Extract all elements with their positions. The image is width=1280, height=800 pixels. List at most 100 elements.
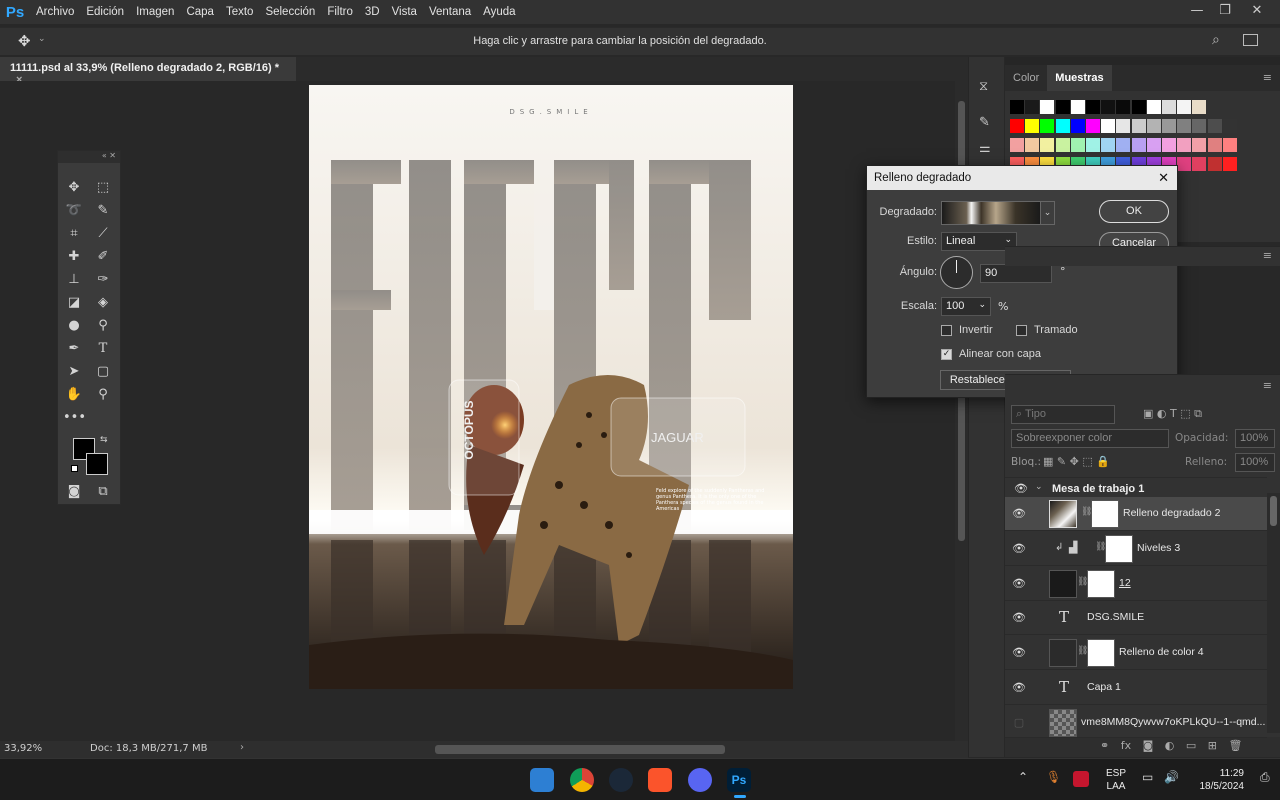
color-swatch[interactable] <box>1162 138 1176 152</box>
layer-row[interactable]: 👁 ↲ ▟ ⛓ Niveles 3 <box>1005 532 1267 566</box>
layer-row[interactable]: 👁 T DSG.SMILE <box>1005 601 1267 635</box>
color-swatch[interactable] <box>1146 138 1161 152</box>
dialog-close-icon[interactable]: ✕ <box>1158 170 1169 186</box>
layer-row[interactable]: 👁 T Capa 1 <box>1005 671 1267 705</box>
color-swatch[interactable] <box>1177 157 1192 171</box>
color-swatch[interactable] <box>1070 100 1085 114</box>
layer-row[interactable]: 👁 ⛓ Relleno de color 4 <box>1005 636 1267 670</box>
photoshop-taskbar-icon[interactable]: Ps <box>727 768 751 792</box>
ok-button[interactable]: OK <box>1099 200 1169 223</box>
stamp-tool-icon[interactable]: ⊥ <box>63 270 85 290</box>
eye-icon[interactable]: 👁 <box>1014 482 1028 495</box>
healing-brush-icon[interactable]: ✚ <box>63 247 85 267</box>
blur-tool-icon[interactable]: ● <box>63 316 85 336</box>
color-swatch[interactable] <box>1192 119 1207 133</box>
menu-filtro[interactable]: Filtro <box>321 6 359 18</box>
layer-row[interactable]: 👁 ⛓ 12 <box>1005 567 1267 601</box>
gradient-preview[interactable] <box>941 201 1041 225</box>
color-swatch[interactable] <box>1177 100 1192 114</box>
color-swatch[interactable] <box>1010 138 1024 152</box>
volume-icon[interactable]: 🔊 <box>1164 770 1179 784</box>
color-swatch[interactable] <box>1070 119 1085 133</box>
restore-icon[interactable]: ❐ <box>1210 0 1240 24</box>
color-swatch[interactable] <box>1192 100 1207 114</box>
eye-icon[interactable]: 👁 <box>1011 646 1027 659</box>
artboard-canvas[interactable]: DSG.SMILE OCTOPUS JAGUAR Feld explore of… <box>309 85 793 689</box>
color-swatch[interactable] <box>1101 138 1116 152</box>
color-swatch[interactable] <box>1222 119 1237 133</box>
color-swatch[interactable] <box>1116 138 1131 152</box>
color-swatch[interactable] <box>1131 100 1146 114</box>
color-swatch[interactable] <box>1131 119 1146 133</box>
chevron-down-icon[interactable]: ⌄ <box>1035 482 1043 492</box>
document-tab[interactable]: 11111.psd al 33,9% (Relleno degradado 2,… <box>0 57 296 86</box>
background-color[interactable] <box>86 453 108 475</box>
gradient-picker-chevron-icon[interactable]: ⌄ <box>1041 201 1055 225</box>
color-swatch[interactable] <box>1086 138 1100 152</box>
color-swatch[interactable] <box>1192 138 1207 152</box>
document-info[interactable]: Doc: 18,3 MB/271,7 MB <box>90 743 207 754</box>
color-swatch[interactable] <box>1055 138 1070 152</box>
eye-icon[interactable]: 👁 <box>1011 542 1027 555</box>
color-swatch[interactable] <box>1101 119 1116 133</box>
menu-edicion[interactable]: Edición <box>80 6 130 18</box>
color-swatch[interactable] <box>1146 100 1161 114</box>
color-swatch[interactable] <box>1207 119 1222 133</box>
color-swatch[interactable] <box>1222 138 1237 152</box>
lock-icons[interactable]: ▦ ✎ ✥ ⬚ 🔒 <box>1043 455 1110 468</box>
fill-input[interactable]: 100% <box>1235 453 1275 472</box>
chrome-icon[interactable] <box>570 768 594 792</box>
color-swatch[interactable] <box>1040 100 1055 114</box>
eye-icon[interactable]: 👁 <box>1011 507 1027 520</box>
default-colors-icon[interactable] <box>71 465 78 472</box>
marquee-tool-icon[interactable]: ⬚ <box>92 178 114 198</box>
menu-imagen[interactable]: Imagen <box>130 6 180 18</box>
color-swatch[interactable] <box>1070 138 1085 152</box>
brave-icon[interactable] <box>648 768 672 792</box>
opacity-input[interactable]: 100% <box>1235 429 1275 448</box>
hand-tool-icon[interactable]: ✋ <box>63 385 85 405</box>
clock[interactable]: 11:29 18/5/2024 <box>1188 767 1245 793</box>
angle-input[interactable]: 90 <box>980 264 1052 283</box>
pen-tool-icon[interactable]: ✒ <box>63 339 85 359</box>
layer-filter-icons[interactable]: ▣ ◐ T ⬚ ⧉ <box>1143 407 1202 421</box>
menu-ventana[interactable]: Ventana <box>423 6 477 18</box>
layers-footer-icons[interactable]: ⚭ fx ◙ ◐ ▭ ⊞ 🗑 <box>1005 737 1280 757</box>
tab-color[interactable]: Color <box>1005 65 1047 91</box>
eye-icon[interactable]: 👁 <box>1011 577 1027 590</box>
status-arrow-icon[interactable]: › <box>240 742 244 753</box>
color-swatch[interactable] <box>1192 157 1207 171</box>
notifications-icon[interactable]: ⎙ <box>1260 770 1270 785</box>
color-swatch[interactable] <box>1207 138 1222 152</box>
discord-icon[interactable] <box>688 768 712 792</box>
eraser-tool-icon[interactable]: ◪ <box>63 293 85 313</box>
history-brush-icon[interactable]: ✑ <box>92 270 114 290</box>
layer-row[interactable]: ▢ vme8MM8Qywvw7oKPLkQU--1--qmd... <box>1005 706 1267 738</box>
lasso-tool-icon[interactable]: ➰ <box>63 201 85 221</box>
color-swatch[interactable] <box>1116 119 1131 133</box>
tray-chevron-icon[interactable]: ⌃ <box>1018 770 1028 784</box>
dodge-tool-icon[interactable]: ⚲ <box>92 316 114 336</box>
zoom-tool-icon[interactable]: ⚲ <box>92 385 114 405</box>
horizontal-scroll-thumb[interactable] <box>435 745 725 754</box>
paint-bucket-icon[interactable]: ◈ <box>92 293 114 313</box>
color-swatch[interactable] <box>1025 119 1040 133</box>
panel-menu-icon[interactable]: ≡ <box>1255 65 1280 90</box>
menu-texto[interactable]: Texto <box>220 6 260 18</box>
zoom-level[interactable]: 33,92% <box>4 743 42 754</box>
type-tool-icon[interactable]: T <box>92 339 114 359</box>
language-indicator[interactable]: ESP LAA <box>1106 767 1126 793</box>
color-swatch[interactable] <box>1040 119 1055 133</box>
color-swatch[interactable] <box>1177 119 1192 133</box>
swap-colors-icon[interactable]: ⇆ <box>100 435 108 445</box>
menu-3d[interactable]: 3D <box>359 6 386 18</box>
move-tool-icon[interactable]: ✥ <box>63 178 85 198</box>
brush-tool-icon[interactable]: ✐ <box>92 247 114 267</box>
layers-panel-menu-icon[interactable]: ≡ <box>1263 379 1272 392</box>
eye-icon[interactable]: 👁 <box>1011 611 1027 624</box>
windows-start-icon[interactable] <box>530 768 554 792</box>
color-swatch[interactable] <box>1207 157 1222 171</box>
color-swatch[interactable] <box>1086 100 1100 114</box>
panel-menu-icon[interactable]: ≡ <box>1263 249 1272 262</box>
crop-tool-icon[interactable]: ⌗ <box>63 224 85 244</box>
